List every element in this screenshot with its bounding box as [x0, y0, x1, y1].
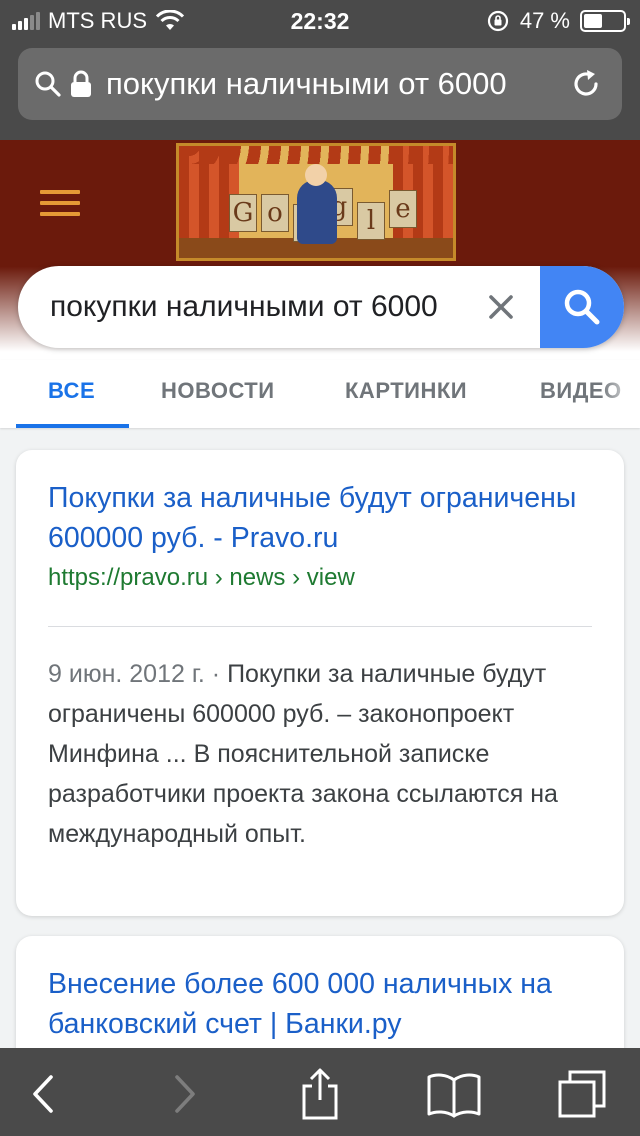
doodle-letter: G: [229, 194, 257, 232]
search-box: покупки наличными от 6000: [18, 266, 624, 348]
search-result-card: Покупки за наличные будут ограничены 600…: [16, 450, 624, 916]
result-snippet: 9 июн. 2012 г. · Покупки за наличные буд…: [48, 654, 596, 854]
battery-fill: [584, 14, 602, 28]
active-tab-indicator: [16, 424, 129, 428]
tab-all[interactable]: ВСЕ: [48, 378, 95, 404]
doodle-letter: l: [357, 202, 385, 240]
hamburger-icon[interactable]: [40, 190, 80, 216]
google-doodle[interactable]: G o o g l e: [176, 143, 456, 261]
tabs-fade: [600, 360, 640, 424]
result-url[interactable]: https://pravo.ru › news › view: [48, 564, 355, 592]
search-tabs: ВСЕ НОВОСТИ КАРТИНКИ ВИДЕО: [0, 360, 640, 428]
tab-images[interactable]: КАРТИНКИ: [345, 378, 467, 404]
doodle-figure: [297, 180, 337, 244]
forward-button[interactable]: [158, 1068, 210, 1120]
result-date: 9 июн. 2012 г. ·: [48, 660, 228, 688]
address-text: покупки наличными от 6000: [106, 66, 507, 101]
result-divider: [48, 626, 592, 627]
tabs-button[interactable]: [556, 1068, 608, 1120]
doodle-valance: [179, 146, 453, 164]
doodle-figure-head: [305, 164, 327, 186]
tab-news[interactable]: НОВОСТИ: [161, 378, 275, 404]
search-icon: [35, 71, 61, 97]
battery-icon: [580, 10, 630, 32]
result-snippet-text: Покупки за наличные будут ограничены 600…: [48, 660, 558, 848]
share-icon: [302, 1068, 338, 1120]
forward-icon: [175, 1075, 195, 1113]
back-icon: [33, 1075, 53, 1113]
bookmarks-button[interactable]: [424, 1068, 484, 1120]
lock-icon: [71, 70, 91, 97]
tabs-icon: [558, 1070, 606, 1118]
bookmarks-icon: [427, 1073, 481, 1118]
close-icon[interactable]: [480, 286, 522, 328]
battery-percent: 47 %: [519, 8, 570, 33]
share-button[interactable]: [294, 1068, 346, 1120]
status-bar: MTS RUS 22:32 47 %: [0, 0, 640, 40]
back-button[interactable]: [18, 1068, 70, 1120]
result-title-link[interactable]: Покупки за наличные будут ограничены 600…: [48, 478, 596, 558]
search-button[interactable]: [540, 266, 624, 348]
search-icon: [564, 289, 600, 325]
orientation-lock-icon: [487, 10, 508, 32]
doodle-letter: o: [261, 194, 289, 232]
reload-icon[interactable]: [570, 68, 602, 100]
result-title-link[interactable]: Внесение более 600 000 наличных на банко…: [48, 964, 596, 1044]
doodle-letter: e: [389, 190, 417, 228]
address-bar[interactable]: покупки наличными от 6000: [18, 48, 622, 120]
status-right: 47 %: [486, 8, 630, 34]
browser-bottom-toolbar: [0, 1048, 640, 1136]
browser-top-bar: MTS RUS 22:32 47 % покупки наличными от …: [0, 0, 640, 140]
search-input[interactable]: покупки наличными от 6000: [50, 290, 470, 324]
